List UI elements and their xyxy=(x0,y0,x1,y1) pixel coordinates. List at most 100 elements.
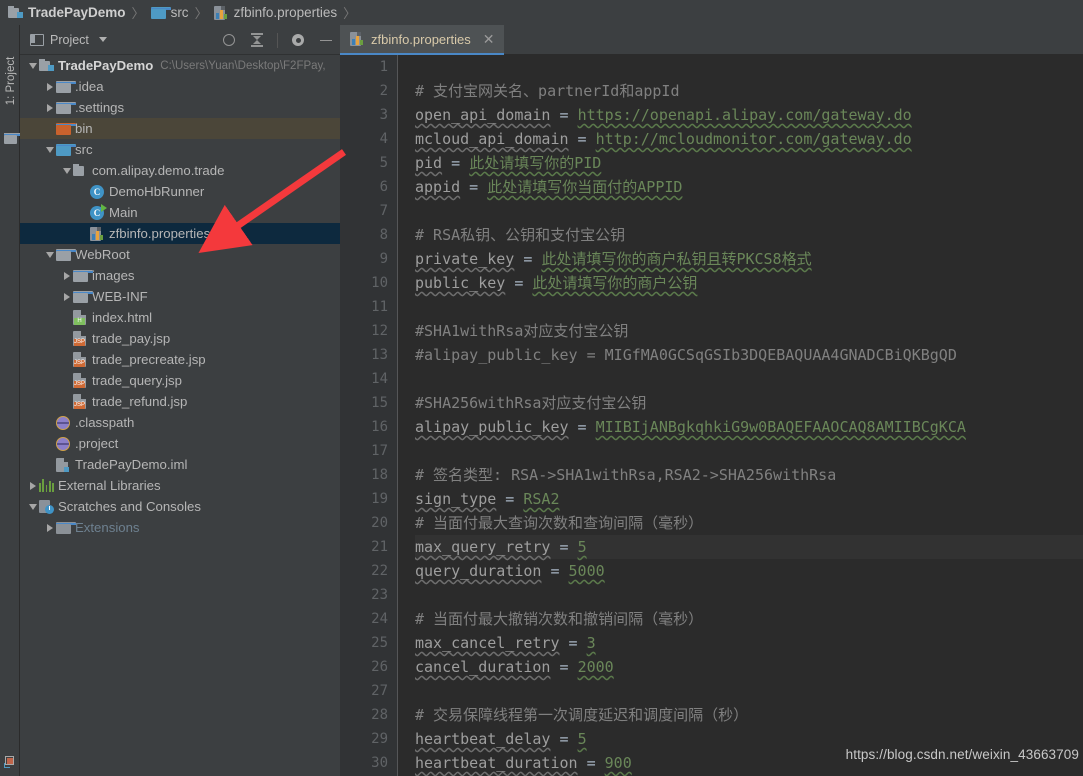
tree-node[interactable]: Extensions xyxy=(20,517,340,538)
tree-node[interactable]: JSP trade_precreate.jsp xyxy=(20,349,340,370)
line-number: 30 xyxy=(371,755,388,771)
code-operator: = xyxy=(568,130,596,148)
code-line[interactable]: cancel_duration = 2000 xyxy=(415,655,1083,679)
code-line[interactable]: # RSA私钥、公钥和支付宝公钥 xyxy=(415,223,1083,247)
tree-node[interactable]: C DemoHbRunner xyxy=(20,181,340,202)
breadcrumb-item-file[interactable]: zfbinfo.properties xyxy=(213,5,338,20)
code-line[interactable] xyxy=(415,583,1083,607)
expand-arrow-icon[interactable] xyxy=(26,481,39,490)
expand-arrow-icon[interactable] xyxy=(43,103,56,112)
code-line[interactable]: max_query_retry = 5 xyxy=(415,535,1083,559)
code-line[interactable]: # 当面付最大查询次数和查询间隔（毫秒） xyxy=(415,511,1083,535)
breadcrumb-label: zfbinfo.properties xyxy=(233,5,338,20)
editor-tab-label: zfbinfo.properties xyxy=(371,31,471,47)
line-number: 29 xyxy=(371,731,388,747)
code-value: 900 xyxy=(604,754,632,772)
code-line[interactable]: # 支付宝网关名、partnerId和appId xyxy=(415,79,1083,103)
code-key: open_api_domain xyxy=(415,106,551,124)
code-line[interactable]: appid = 此处请填写你当面付的APPID xyxy=(415,175,1083,199)
tree-node[interactable]: JSP trade_refund.jsp xyxy=(20,391,340,412)
collapse-arrow-icon[interactable] xyxy=(60,167,73,174)
tree-node[interactable]: .project xyxy=(20,433,340,454)
breadcrumb: TradePayDemo 〉 src 〉 zfbinfo.properties … xyxy=(0,0,1083,25)
breadcrumb-label: src xyxy=(170,5,189,20)
tree-node[interactable]: src xyxy=(20,139,340,160)
tree-node[interactable]: .classpath xyxy=(20,412,340,433)
code-line[interactable]: mcloud_api_domain = http://mcloudmonitor… xyxy=(415,127,1083,151)
tree-node[interactable]: WebRoot xyxy=(20,244,340,265)
select-opened-file-button[interactable] xyxy=(221,32,237,48)
tree-node[interactable]: .idea xyxy=(20,76,340,97)
code-line[interactable]: #SHA256withRsa对应支付宝公钥 xyxy=(415,391,1083,415)
tree-node[interactable]: zfbinfo.properties xyxy=(20,223,340,244)
iml-file-icon xyxy=(56,457,69,472)
code-line[interactable]: #SHA1withRsa对应支付宝公钥 xyxy=(415,319,1083,343)
folder-orange-icon xyxy=(56,122,76,135)
code-line[interactable]: #alipay_public_key = MIGfMA0GCSqGSIb3DQE… xyxy=(415,343,1083,367)
code-line[interactable]: open_api_domain = https://openapi.alipay… xyxy=(415,103,1083,127)
tree-node[interactable]: TradePayDemo.iml xyxy=(20,454,340,475)
code-line[interactable]: # 签名类型: RSA->SHA1withRsa,RSA2->SHA256wit… xyxy=(415,463,1083,487)
tree-node[interactable]: .settings xyxy=(20,97,340,118)
code-line[interactable] xyxy=(415,295,1083,319)
project-tool-window: Project TradePayDemo C:\Users\Yuan\Deskto… xyxy=(20,25,340,776)
collapse-arrow-icon[interactable] xyxy=(26,62,39,69)
project-tree[interactable]: TradePayDemo C:\Users\Yuan\Desktop\F2FPay… xyxy=(20,55,340,776)
code-line[interactable] xyxy=(415,679,1083,703)
disc-file-icon xyxy=(56,415,70,430)
tree-node-icon-slot xyxy=(73,269,93,282)
code-line[interactable] xyxy=(415,199,1083,223)
tree-node[interactable]: External Libraries xyxy=(20,475,340,496)
code-line[interactable]: sign_type = RSA2 xyxy=(415,487,1083,511)
code-line[interactable]: max_cancel_retry = 3 xyxy=(415,631,1083,655)
code-line[interactable]: query_duration = 5000 xyxy=(415,559,1083,583)
code-line[interactable]: # 当面付最大撤销次数和撤销间隔（毫秒） xyxy=(415,607,1083,631)
tool-window-tab-project[interactable]: 1: Project xyxy=(1,42,21,120)
editor-scroll-area[interactable]: 1 2 3 4 5 6 7 8 9 10 11 12 13 14 15 16 17 18 19 20 21 22 23 24 2… xyxy=(340,55,1083,776)
tree-node-label: External Libraries xyxy=(58,478,161,493)
gear-icon[interactable] xyxy=(290,32,306,48)
tree-node[interactable]: JSP trade_query.jsp xyxy=(20,370,340,391)
tree-node-icon-slot: C xyxy=(90,203,109,220)
expand-arrow-icon[interactable] xyxy=(60,271,73,280)
tree-node-label: bin xyxy=(75,121,93,136)
breadcrumb-item-src[interactable]: src xyxy=(150,5,189,20)
tree-node[interactable]: JSP trade_pay.jsp xyxy=(20,328,340,349)
code-line[interactable]: pid = 此处请填写你的PID xyxy=(415,151,1083,175)
collapse-all-button[interactable] xyxy=(249,32,265,48)
collapse-arrow-icon[interactable] xyxy=(26,503,39,510)
code-line[interactable] xyxy=(415,367,1083,391)
chevron-down-icon[interactable] xyxy=(98,37,107,42)
code-line[interactable]: alipay_public_key = MIIBIjANBgkqhkiG9w0B… xyxy=(415,415,1083,439)
project-panel-title: Project xyxy=(50,32,89,47)
collapse-arrow-icon[interactable] xyxy=(43,146,56,153)
code-line[interactable]: private_key = 此处请填写你的商户私钥且转PKCS8格式 xyxy=(415,247,1083,271)
close-icon[interactable]: ✕ xyxy=(483,31,495,48)
terminal-icon[interactable] xyxy=(4,756,16,768)
expand-arrow-icon[interactable] xyxy=(43,523,56,532)
tree-node[interactable]: images xyxy=(20,265,340,286)
code-line[interactable] xyxy=(415,439,1083,463)
line-number: 2 xyxy=(379,83,388,99)
expand-arrow-icon[interactable] xyxy=(43,82,56,91)
tree-node[interactable]: com.alipay.demo.trade xyxy=(20,160,340,181)
project-view-selector[interactable]: Project xyxy=(20,33,107,47)
code-line[interactable]: public_key = 此处请填写你的商户公钥 xyxy=(415,271,1083,295)
tree-node[interactable]: Scratches and Consoles xyxy=(20,496,340,517)
minimize-icon[interactable] xyxy=(318,32,334,48)
code-comment: # 当面付最大撤销次数和撤销间隔（毫秒） xyxy=(415,610,704,628)
tree-node[interactable]: C Main xyxy=(20,202,340,223)
tree-node[interactable]: bin xyxy=(20,118,340,139)
expand-arrow-icon[interactable] xyxy=(60,292,73,301)
tree-node[interactable]: TradePayDemo C:\Users\Yuan\Desktop\F2FPay… xyxy=(20,55,340,76)
code-line[interactable]: # 交易保障线程第一次调度延迟和调度间隔（秒） xyxy=(415,703,1083,727)
breadcrumb-item-project[interactable]: TradePayDemo xyxy=(8,5,126,20)
code-content[interactable]: # 支付宝网关名、partnerId和appId open_api_domain … xyxy=(398,55,1083,776)
tree-node[interactable]: WEB-INF xyxy=(20,286,340,307)
tree-node[interactable]: Hindex.html xyxy=(20,307,340,328)
code-line[interactable] xyxy=(415,55,1083,79)
editor-tab-zfbinfo-properties[interactable]: zfbinfo.properties ✕ xyxy=(340,25,505,55)
package-icon xyxy=(73,164,88,177)
collapse-arrow-icon[interactable] xyxy=(43,251,56,258)
line-number: 16 xyxy=(371,419,388,435)
